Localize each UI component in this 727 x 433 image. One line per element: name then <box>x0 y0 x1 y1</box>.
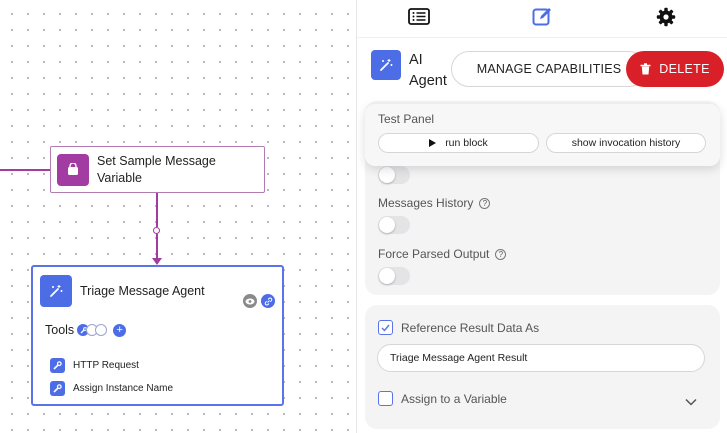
node-title: Triage Message Agent <box>80 284 205 298</box>
tab-settings[interactable] <box>604 0 727 38</box>
connector-edge-bottom <box>156 234 158 259</box>
block-header: AI Agent <box>371 50 447 92</box>
test-panel-label: Test Panel <box>378 112 435 126</box>
tools-avatars <box>77 324 108 336</box>
trash-icon <box>640 63 651 75</box>
tab-list[interactable] <box>357 0 481 38</box>
bucket-icon <box>57 153 89 186</box>
reference-label: Reference Result Data As <box>401 321 540 335</box>
edit-icon <box>532 6 553 32</box>
tool-item-http[interactable]: HTTP Request <box>50 358 139 373</box>
manage-capabilities-button[interactable]: MANAGE CAPABILITIES <box>451 51 647 87</box>
edge-handle[interactable] <box>153 227 160 234</box>
magic-wand-icon <box>371 50 401 80</box>
tool-label: HTTP Request <box>73 360 139 371</box>
tool-item-assign-instance[interactable]: Assign Instance Name <box>50 381 173 396</box>
workflow-canvas[interactable]: Set Sample Message Variable Triage Messa… <box>0 0 356 433</box>
edge-arrow <box>152 258 162 265</box>
check-icon <box>381 324 390 332</box>
reference-checkbox[interactable] <box>378 320 393 335</box>
node-triage-agent[interactable]: Triage Message Agent Tools + HTTP Reques… <box>31 265 284 406</box>
chevron-down-icon[interactable] <box>685 393 697 411</box>
force-parsed-field: Force Parsed Output ? <box>378 247 507 261</box>
gear-icon <box>656 7 676 32</box>
list-icon <box>407 8 430 30</box>
messages-history-field: Messages History ? <box>378 196 491 210</box>
incoming-edge <box>0 169 50 171</box>
panel-tabs <box>357 0 727 38</box>
magic-wand-icon <box>40 275 72 307</box>
delete-button[interactable]: DELETE <box>626 51 724 87</box>
tool-label: Assign Instance Name <box>73 383 174 394</box>
tools-label: Tools <box>45 323 75 337</box>
assign-variable-label: Assign to a Variable <box>401 392 507 406</box>
link-icon[interactable] <box>261 294 275 308</box>
delete-label: DELETE <box>659 62 710 76</box>
reference-name-input[interactable]: Triage Message Agent Result <box>377 344 705 372</box>
block-title: AI Agent <box>409 52 447 89</box>
connector-edge-top <box>156 193 158 227</box>
help-icon[interactable]: ? <box>495 248 507 260</box>
test-panel: Test Panel run block show invocation his… <box>365 104 720 166</box>
wrench-icon <box>50 381 65 396</box>
tab-edit[interactable] <box>481 0 605 38</box>
node-set-sample-message[interactable]: Set Sample Message Variable <box>50 146 265 193</box>
assign-variable-checkbox[interactable] <box>378 391 393 406</box>
force-parsed-label: Force Parsed Output <box>378 247 490 261</box>
messages-history-label: Messages History <box>378 196 474 210</box>
add-tool-button[interactable]: + <box>113 323 127 337</box>
eye-icon[interactable] <box>243 294 257 308</box>
wrench-icon <box>50 358 65 373</box>
toggle-hidden-option[interactable] <box>378 166 410 184</box>
show-invocation-history-button[interactable]: show invocation history <box>546 133 706 153</box>
messages-history-toggle[interactable] <box>378 216 410 234</box>
run-block-button[interactable]: run block <box>378 133 539 153</box>
run-block-label: run block <box>445 137 488 149</box>
force-parsed-toggle[interactable] <box>378 267 410 285</box>
node-title: Set Sample Message Variable <box>97 153 216 185</box>
help-icon[interactable]: ? <box>479 197 491 209</box>
play-icon <box>429 139 437 147</box>
